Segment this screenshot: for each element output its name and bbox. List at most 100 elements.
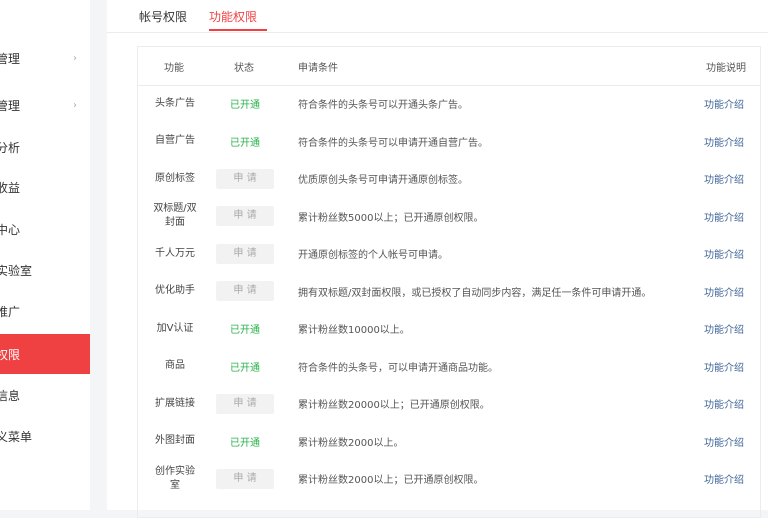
table-row: 千人万元 申 请 开通原创标签的个人帐号可申请。 功能介绍 [138,235,760,272]
feature-intro-link[interactable]: 功能介绍 [704,348,754,385]
condition-text: 累计粉丝数5000以上；已开通原创权限。 [298,212,484,224]
table-row: 商品 已开通 符合条件的头条号，可以申请开通商品功能。 功能介绍 [138,348,760,385]
status-cell: 申 请 [216,385,274,422]
status-badge: 已开通 [230,325,260,336]
sidebar-item-label: 收益 [0,180,21,195]
table-row: 创作实验室申 请 累计粉丝数2000以上；已开通原创权限。 功能介绍 [138,460,760,497]
sidebar-item-label: 管理 [0,51,21,66]
condition-text: 累计粉丝数2000以上。 [298,437,404,449]
header-status: 状态 [234,63,254,74]
status-cell: 已开通 [216,85,274,122]
feature-intro-link[interactable]: 功能介绍 [704,198,754,235]
sidebar-item-analysis[interactable]: 分析 [0,127,90,167]
feature-name: 原创标签 [155,172,195,184]
sidebar-item-management-1[interactable]: 管理 › [0,38,90,78]
condition-text: 符合条件的头条号可以开通头条广告。 [298,100,468,111]
feature-name: 扩展链接 [155,397,195,409]
status-cell: 已开通 [216,423,274,460]
header-condition: 申请条件 [298,63,338,74]
table-row: 外图封面 已开通 累计粉丝数2000以上。 功能介绍 [138,423,760,460]
sidebar-item-management-2[interactable]: 管理 › [0,85,90,125]
status-cell: 已开通 [216,348,274,385]
table-row: 双标题/双封面申 请 累计粉丝数5000以上；已开通原创权限。 功能介绍 [138,198,760,235]
sidebar-item-lab[interactable]: 实验室 [0,250,90,290]
condition-text: 拥有双标题/双封面权限，或已授权了自动同步内容，满足任一条件可申请开通。 [298,287,652,299]
status-cell: 申 请 [216,460,274,497]
condition-text: 开通原创标签的个人帐号可申请。 [298,250,448,261]
sidebar-item-revenue[interactable]: 收益 [0,167,90,207]
sidebar-item-label: 权限 [0,347,21,362]
feature-name: 创作实验室 [155,465,195,491]
status-cell: 已开通 [216,123,274,160]
feature-name: 商品 [165,360,185,371]
feature-name: 千人万元 [155,247,195,259]
sidebar-item-label: 义菜单 [0,429,33,444]
active-tab-indicator [209,29,267,31]
chevron-right-icon: › [73,99,77,111]
permissions-table: 功能 状态 申请条件 功能说明 头条广告 已开通 符合条件的头条号可以开通头条广告。… [137,46,761,518]
sidebar-item-info[interactable]: 信息 [0,375,90,415]
status-cell: 申 请 [216,198,274,235]
condition-text: 累计粉丝数10000以上。 [298,325,410,336]
sidebar-item-label: 推广 [0,304,21,319]
header-feature: 功能 [164,63,184,74]
sidebar-item-custom-menu[interactable]: 义菜单 [0,416,90,456]
status-badge: 已开通 [230,137,260,149]
status-cell: 申 请 [216,273,274,310]
table-row: 扩展链接 申 请 累计粉丝数20000以上；已开通原创权限。 功能介绍 [138,385,760,422]
status-cell: 申 请 [216,235,274,272]
feature-intro-link[interactable]: 功能介绍 [704,273,754,310]
sidebar-item-promotion[interactable]: 推广 [0,291,90,331]
tab-feature-permissions[interactable]: 功能权限 [209,8,257,25]
condition-text: 累计粉丝数20000以上；已开通原创权限。 [298,400,490,411]
feature-intro-link[interactable]: 功能介绍 [704,423,754,460]
condition-text: 符合条件的头条号可以申请开通自营广告。 [298,137,488,149]
apply-button[interactable]: 申 请 [216,168,274,189]
sidebar-item-permissions[interactable]: 权限 [0,334,90,374]
table-row: 优化助手 申 请 拥有双标题/双封面权限，或已授权了自动同步内容，满足任一条件可申请… [138,273,760,310]
status-cell: 已开通 [216,310,274,347]
apply-button[interactable]: 申 请 [216,468,274,489]
header-description: 功能说明 [706,63,746,74]
table-row: 加V认证 已开通 累计粉丝数10000以上。 功能介绍 [138,310,760,347]
apply-button[interactable]: 申 请 [216,281,274,301]
sidebar-item-label: 信息 [0,388,21,403]
sidebar-item-label: 中心 [0,222,21,237]
table-row: 原创标签 申 请 优质原创头条号可申请开通原创标签。 功能介绍 [138,160,760,197]
feature-name: 自营广告 [155,135,195,146]
feature-name: 外图封面 [155,435,195,446]
sidebar-item-label: 管理 [0,98,21,113]
tab-bar: 帐号权限 功能权限 [107,0,768,33]
table-header: 功能 状态 申请条件 功能说明 [138,47,760,86]
feature-name: 优化助手 [155,285,195,296]
feature-intro-link[interactable]: 功能介绍 [704,160,754,197]
sidebar-item-label: 实验室 [0,263,33,278]
feature-intro-link[interactable]: 功能介绍 [704,310,754,347]
feature-intro-link[interactable]: 功能介绍 [704,385,754,422]
table-row: 自营广告 已开通 符合条件的头条号可以申请开通自营广告。 功能介绍 [138,123,760,160]
status-badge: 已开通 [230,100,260,111]
condition-text: 累计粉丝数2000以上；已开通原创权限。 [298,475,484,486]
feature-name: 双标题/双封面 [153,203,197,228]
feature-intro-link[interactable]: 功能介绍 [704,235,754,272]
status-cell: 申 请 [216,160,274,197]
main-panel: 帐号权限 功能权限 功能 状态 申请条件 功能说明 头条广告 已开通 符合条件的头条… [107,0,768,518]
table-row: 头条广告 已开通 符合条件的头条号可以开通头条广告。 功能介绍 [138,85,760,122]
feature-intro-link[interactable]: 功能介绍 [704,123,754,160]
sidebar: 管理 › 管理 › 分析 收益 中心 实验室 推广 权限 信息 义菜单 [0,0,90,510]
feature-name: 加V认证 [156,322,194,334]
apply-button[interactable]: 申 请 [216,243,274,264]
feature-intro-link[interactable]: 功能介绍 [704,460,754,497]
feature-name: 头条广告 [155,97,195,109]
chevron-right-icon: › [73,52,77,64]
apply-button[interactable]: 申 请 [216,206,274,226]
tab-account-permissions[interactable]: 帐号权限 [139,8,187,25]
sidebar-item-label: 分析 [0,140,21,155]
sidebar-item-center[interactable]: 中心 [0,209,90,249]
apply-button[interactable]: 申 请 [216,393,274,414]
condition-text: 优质原创头条号可申请开通原创标签。 [298,175,468,186]
condition-text: 符合条件的头条号，可以申请开通商品功能。 [298,362,498,374]
status-badge: 已开通 [230,362,260,374]
status-badge: 已开通 [230,437,260,449]
feature-intro-link[interactable]: 功能介绍 [704,85,754,122]
